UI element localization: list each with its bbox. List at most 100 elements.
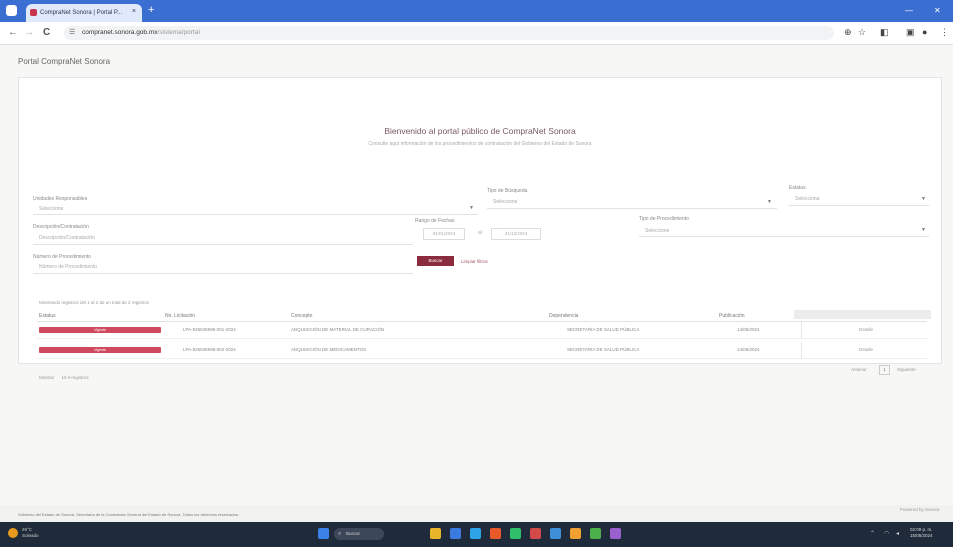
taskbar: 26°C Soleado ⌕ Buscar ⌃ ◠ ◂ 02:09 p. m. … [0, 522, 953, 547]
star-icon[interactable]: ☆ [858, 27, 866, 38]
taskbar-app-icon[interactable] [490, 528, 501, 539]
rango-fechas-label: Rango de Fechas [415, 218, 455, 224]
taskbar-app-icon[interactable] [510, 528, 521, 539]
descripcion-label: Descripción/Contratación [33, 224, 89, 230]
col-header-licitacion[interactable]: No. Licitación [165, 313, 195, 319]
close-window-icon[interactable]: ✕ [934, 6, 941, 15]
descripcion-input[interactable]: Descripción/Contratación [39, 235, 95, 241]
cell-publicacion: 14/05/2024 [737, 347, 760, 352]
fecha-separator: al [478, 230, 482, 236]
address-bar-row: ← → C ☰ compranet.sonora.gob.mx/sistema/… [0, 22, 953, 45]
weather-widget[interactable]: 26°C Soleado [22, 527, 39, 539]
estatus-chevron-icon[interactable]: ▼ [921, 196, 926, 202]
numero-underline [33, 273, 413, 274]
zoom-icon[interactable]: ⊕ [844, 27, 852, 38]
col-header-publicacion[interactable]: Publicación [719, 313, 745, 319]
browser-tab-bar: CompraNet Sonora | Portal P... × + — ✕ [0, 0, 953, 22]
url-host: compranet.sonora.gob.mx [82, 29, 158, 36]
tipo-busqueda-label: Tipo de Búsqueda [487, 188, 528, 194]
tipo-procedimiento-label: Tipo de Procedimiento [639, 216, 689, 222]
page-size-select[interactable]: 10 [62, 375, 67, 380]
taskbar-clock[interactable]: 02:09 p. m. 15/05/2024 [910, 527, 933, 539]
unidad-chevron-icon[interactable]: ▼ [469, 205, 474, 211]
search-card: Bienvenido al portal público de CompraNe… [18, 77, 942, 380]
reload-icon[interactable]: C [43, 27, 50, 38]
url-path: /sistema/portal [157, 29, 200, 36]
buscar-button[interactable]: Buscar [417, 256, 454, 266]
prev-page-button[interactable]: Anterior [851, 367, 867, 372]
sidebar-icon[interactable]: ▣ [906, 27, 915, 38]
tipo-busqueda-select[interactable]: Seleccione [493, 199, 517, 205]
tipo-procedimiento-underline [639, 236, 929, 237]
taskbar-app-icon[interactable] [550, 528, 561, 539]
col-header-estatus[interactable]: Estatus [39, 313, 56, 319]
network-icon[interactable]: ◠ [884, 530, 889, 537]
mostrar-label: Mostrar [39, 375, 55, 380]
current-page-button[interactable]: 1 [879, 365, 890, 375]
column-divider [801, 342, 802, 358]
tab-search-icon[interactable] [6, 5, 17, 16]
col-header-dependencia[interactable]: Dependencia [549, 313, 578, 319]
estatus-underline [789, 205, 929, 206]
taskbar-search[interactable]: ⌕ Buscar [334, 528, 384, 540]
url-input[interactable]: ☰ compranet.sonora.gob.mx/sistema/portal [64, 26, 834, 40]
browser-tab[interactable]: CompraNet Sonora | Portal P... × [26, 4, 142, 22]
start-icon[interactable] [318, 528, 329, 539]
detalle-link[interactable]: Detalle [859, 327, 873, 332]
page-size-chevron-icon[interactable]: ▾ [68, 375, 70, 380]
estatus-label: Estatus [789, 185, 806, 191]
volume-icon[interactable]: ◂ [896, 530, 899, 537]
cell-dependencia: SECRETARÍA DE SALUD PÚBLICA [567, 347, 640, 352]
clock-date: 15/05/2024 [910, 533, 933, 538]
registros-label: registros [71, 375, 89, 380]
forward-icon[interactable]: → [24, 27, 34, 38]
fecha-fin-input[interactable]: 31/12/2024 [491, 228, 541, 240]
column-divider [801, 322, 802, 338]
status-badge: Vigente [39, 327, 161, 333]
page-title: Bienvenido al portal público de CompraNe… [384, 126, 576, 136]
numero-input[interactable]: Número de Procedimiento [39, 264, 97, 270]
table-row[interactable]: Vigente LPA-926046996-002-2024 ADQUISICI… [37, 342, 927, 359]
page-size-control: Mostrar 10 ▾ registros [39, 375, 89, 381]
profile-icon[interactable]: ● [922, 27, 927, 37]
menu-icon[interactable]: ⋮ [940, 27, 949, 38]
tipo-procedimiento-chevron-icon[interactable]: ▼ [921, 227, 926, 233]
tray-chevron-icon[interactable]: ⌃ [870, 530, 875, 537]
tipo-procedimiento-select[interactable]: Seleccione [645, 228, 669, 234]
unidad-select[interactable]: Seleccione [39, 206, 63, 212]
status-badge: Vigente [39, 347, 161, 353]
taskbar-app-icon[interactable] [530, 528, 541, 539]
col-header-concepto[interactable]: Concepto [291, 313, 312, 319]
limpiar-filtros-link[interactable]: Limpiar filtros [461, 259, 488, 264]
estatus-select[interactable]: Selecciona [795, 196, 819, 202]
minimize-icon[interactable]: — [905, 6, 913, 15]
numero-label: Número de Procedimiento [33, 254, 92, 260]
cell-licitacion: LPA-926046996-002-2024 [183, 347, 236, 352]
cell-concepto: ADQUISICIÓN DE MEDICAMENTOS [291, 347, 367, 352]
next-page-button[interactable]: Siguiente [897, 367, 916, 372]
tune-icon[interactable]: ☰ [69, 26, 75, 40]
cell-publicacion: 14/05/2024 [737, 327, 760, 332]
taskbar-app-icon[interactable] [450, 528, 461, 539]
tab-close-icon[interactable]: × [132, 8, 136, 15]
fecha-inicio-input[interactable]: 01/01/2024 [423, 228, 465, 240]
tipo-busqueda-chevron-icon[interactable]: ▼ [767, 199, 772, 205]
portal-name: Portal CompraNet Sonora [18, 57, 111, 66]
new-tab-icon[interactable]: + [148, 5, 154, 16]
cell-dependencia: SECRETARÍA DE SALUD PÚBLICA [567, 327, 640, 332]
footer-powered: Powered by Sonora [900, 507, 940, 512]
taskbar-app-icon[interactable] [430, 528, 441, 539]
table-row[interactable]: Vigente LPA-926046996-001-2024 ADQUISICI… [37, 322, 927, 339]
cell-licitacion: LPA-926046996-001-2024 [183, 327, 236, 332]
back-icon[interactable]: ← [8, 27, 18, 38]
page-subtitle: Consulte aquí información de los procedi… [368, 141, 592, 147]
taskbar-app-icon[interactable] [470, 528, 481, 539]
search-icon: ⌕ [338, 531, 342, 537]
footer-text: Gobierno del Estado de Sonora. Secretarí… [18, 512, 239, 517]
taskbar-app-icon[interactable] [570, 528, 581, 539]
extension-icon[interactable]: ◧ [880, 27, 889, 38]
detalle-link[interactable]: Detalle [859, 347, 873, 352]
weather-icon[interactable] [8, 528, 18, 538]
taskbar-app-icon[interactable] [590, 528, 601, 539]
taskbar-app-icon[interactable] [610, 528, 621, 539]
